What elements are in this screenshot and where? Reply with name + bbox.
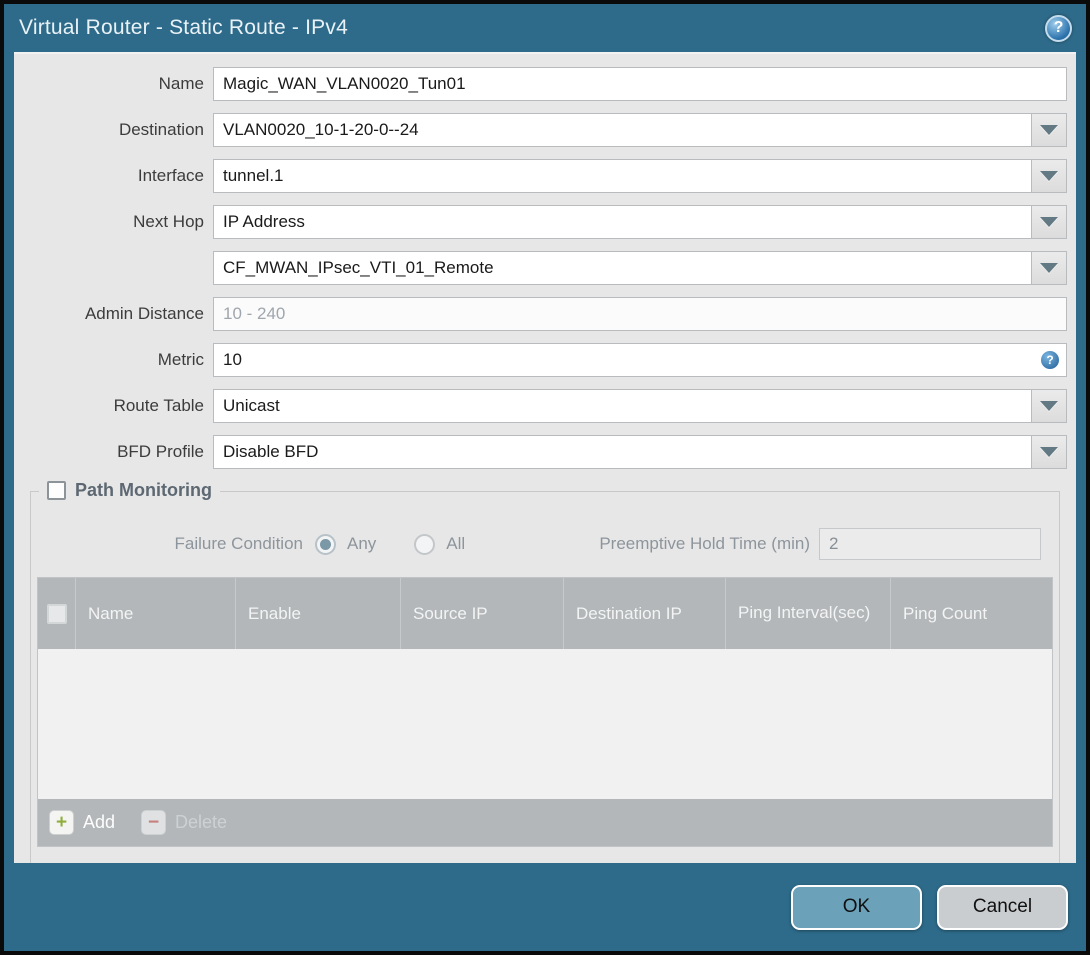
plus-icon: +: [49, 810, 74, 835]
column-header-destination-ip: Destination IP: [564, 578, 726, 649]
add-button-label: Add: [83, 812, 116, 832]
destination-dropdown-button[interactable]: [1032, 113, 1067, 147]
column-header-name: Name: [76, 578, 236, 649]
radio-any-icon: [315, 533, 336, 555]
next-hop-field: [213, 205, 1067, 239]
bfd-profile-input[interactable]: [213, 435, 1032, 469]
destination-label: Destination: [118, 120, 204, 139]
next-hop-address-input[interactable]: [213, 251, 1032, 285]
path-monitoring-checkbox[interactable]: [47, 481, 66, 500]
name-row: Name: [14, 67, 1067, 101]
interface-dropdown-button[interactable]: [1032, 159, 1067, 193]
destination-row: Destination: [14, 113, 1067, 147]
select-all-cell: [38, 578, 76, 649]
add-button[interactable]: + Add: [49, 810, 115, 835]
chevron-down-icon: [1040, 171, 1058, 181]
column-header-enable: Enable: [236, 578, 401, 649]
preemptive-hold-time-group: Preemptive Hold Time (min): [599, 528, 1041, 560]
column-header-ping-interval: Ping Interval(sec): [726, 578, 891, 649]
radio-all-label: All: [446, 534, 466, 553]
metric-label: Metric: [157, 350, 204, 369]
minus-icon: −: [141, 810, 167, 835]
next-hop-address-dropdown-button[interactable]: [1032, 251, 1067, 285]
chevron-down-icon: [1040, 401, 1058, 411]
destination-input[interactable]: [213, 113, 1032, 147]
failure-condition-label: Failure Condition: [174, 534, 303, 553]
bfd-profile-dropdown-button[interactable]: [1032, 435, 1067, 469]
name-field: [213, 67, 1067, 101]
failure-condition-any[interactable]: Any: [315, 533, 377, 555]
route-table-field: [213, 389, 1067, 423]
delete-button-label: Delete: [175, 812, 228, 832]
name-label: Name: [158, 74, 204, 93]
ok-button[interactable]: OK: [791, 884, 922, 930]
table-header-row: Name Enable Source IP Destination IP Pin…: [38, 578, 1052, 649]
dialog-frame: Virtual Router - Static Route - IPv4 ? N…: [4, 4, 1086, 951]
table-body-empty: [38, 649, 1052, 799]
path-monitoring-title: Path Monitoring: [75, 480, 212, 500]
radio-any-label: Any: [347, 534, 377, 553]
next-hop-type-input[interactable]: [213, 205, 1032, 239]
delete-button[interactable]: − Delete: [141, 810, 227, 835]
preemptive-hold-time-input[interactable]: [819, 528, 1041, 560]
dialog-footer: OK Cancel: [4, 863, 1086, 951]
route-table-row: Route Table: [14, 389, 1067, 423]
route-table-input[interactable]: [213, 389, 1032, 423]
metric-input[interactable]: [213, 343, 1067, 377]
route-table-label: Route Table: [113, 396, 204, 415]
radio-all-icon: [414, 533, 436, 555]
metric-row: Metric ?: [14, 343, 1067, 377]
table-toolbar: + Add − Delete: [38, 799, 1052, 846]
preemptive-hold-time-label: Preemptive Hold Time (min): [599, 534, 810, 553]
bfd-profile-field: [213, 435, 1067, 469]
admin-distance-input[interactable]: [213, 297, 1067, 331]
next-hop-address-row: [14, 251, 1067, 285]
chevron-down-icon: [1040, 217, 1058, 227]
titlebar: Virtual Router - Static Route - IPv4 ?: [4, 4, 1086, 52]
next-hop-dropdown-button[interactable]: [1032, 205, 1067, 239]
path-monitoring-legend: Path Monitoring: [39, 480, 220, 501]
next-hop-address-field: [213, 251, 1067, 285]
select-all-checkbox[interactable]: [46, 603, 67, 624]
page-title: Virtual Router - Static Route - IPv4: [19, 16, 348, 39]
cancel-button[interactable]: Cancel: [937, 884, 1068, 930]
path-monitoring-section: Path Monitoring Failure Condition Any Al…: [30, 480, 1060, 863]
path-monitoring-table: Name Enable Source IP Destination IP Pin…: [37, 577, 1053, 847]
failure-condition-all[interactable]: All: [414, 533, 466, 555]
admin-distance-label: Admin Distance: [84, 304, 204, 323]
admin-distance-field: [213, 297, 1067, 331]
interface-label: Interface: [137, 166, 204, 185]
name-input[interactable]: [213, 67, 1067, 101]
info-icon[interactable]: ?: [1041, 351, 1059, 369]
column-header-source-ip: Source IP: [401, 578, 564, 649]
chevron-down-icon: [1040, 447, 1058, 457]
destination-field: [213, 113, 1067, 147]
admin-distance-row: Admin Distance: [14, 297, 1067, 331]
metric-field: ?: [213, 343, 1067, 377]
dialog-body: Name Destination Interface: [14, 52, 1076, 863]
route-table-dropdown-button[interactable]: [1032, 389, 1067, 423]
next-hop-row: Next Hop: [14, 205, 1067, 239]
static-route-dialog: Virtual Router - Static Route - IPv4 ? N…: [0, 0, 1090, 955]
interface-row: Interface: [14, 159, 1067, 193]
bfd-profile-label: BFD Profile: [117, 442, 204, 461]
interface-field: [213, 159, 1067, 193]
bfd-profile-row: BFD Profile: [14, 435, 1067, 469]
help-icon[interactable]: ?: [1045, 14, 1072, 42]
column-header-ping-count: Ping Count: [903, 603, 988, 623]
next-hop-label: Next Hop: [133, 212, 204, 231]
interface-input[interactable]: [213, 159, 1032, 193]
chevron-down-icon: [1040, 125, 1058, 135]
chevron-down-icon: [1040, 263, 1058, 273]
failure-condition-row: Failure Condition Any All Preemptive Hol…: [37, 528, 1041, 560]
